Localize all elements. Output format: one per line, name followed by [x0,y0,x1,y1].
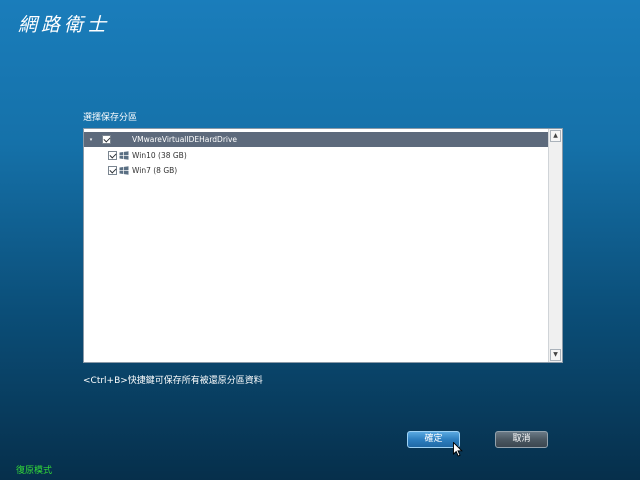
win7-label: Win7 (8 GB) [132,166,178,175]
windows-icon [119,151,129,160]
win10-label: Win10 (38 GB) [132,151,187,160]
mouse-cursor-icon [453,442,463,457]
scroll-up-button[interactable]: ▲ [550,130,561,142]
tree-row-win7[interactable]: Win7 (8 GB) [84,163,548,178]
recovery-mode-label: 復原模式 [16,466,53,476]
shortcut-hint: <Ctrl+B>快捷鍵可保存所有被還原分區資料 [83,376,263,386]
tree-row-win10[interactable]: Win10 (38 GB) [84,148,548,163]
tree-row-root-drive[interactable]: ▾ VMwareVirtualIDEHardDrive [84,132,548,147]
windows-icon [119,166,129,175]
section-label: 選擇保存分區 [83,113,138,123]
partition-tree[interactable]: ▾ VMwareVirtualIDEHardDrive Win10 (38 GB… [83,128,563,363]
app-title: 網路衛士 [18,14,111,36]
root-drive-label: VMwareVirtualIDEHardDrive [132,135,238,144]
scroll-down-button[interactable]: ▼ [550,349,561,361]
tree-list: ▾ VMwareVirtualIDEHardDrive Win10 (38 GB… [84,129,548,362]
win7-checkbox[interactable] [108,166,117,175]
root-drive-checkbox[interactable] [102,135,111,144]
vertical-scrollbar[interactable]: ▲ ▼ [548,129,562,362]
collapse-arrow-icon[interactable]: ▾ [88,137,94,143]
cancel-button[interactable]: 取消 [495,431,548,448]
win10-checkbox[interactable] [108,151,117,160]
